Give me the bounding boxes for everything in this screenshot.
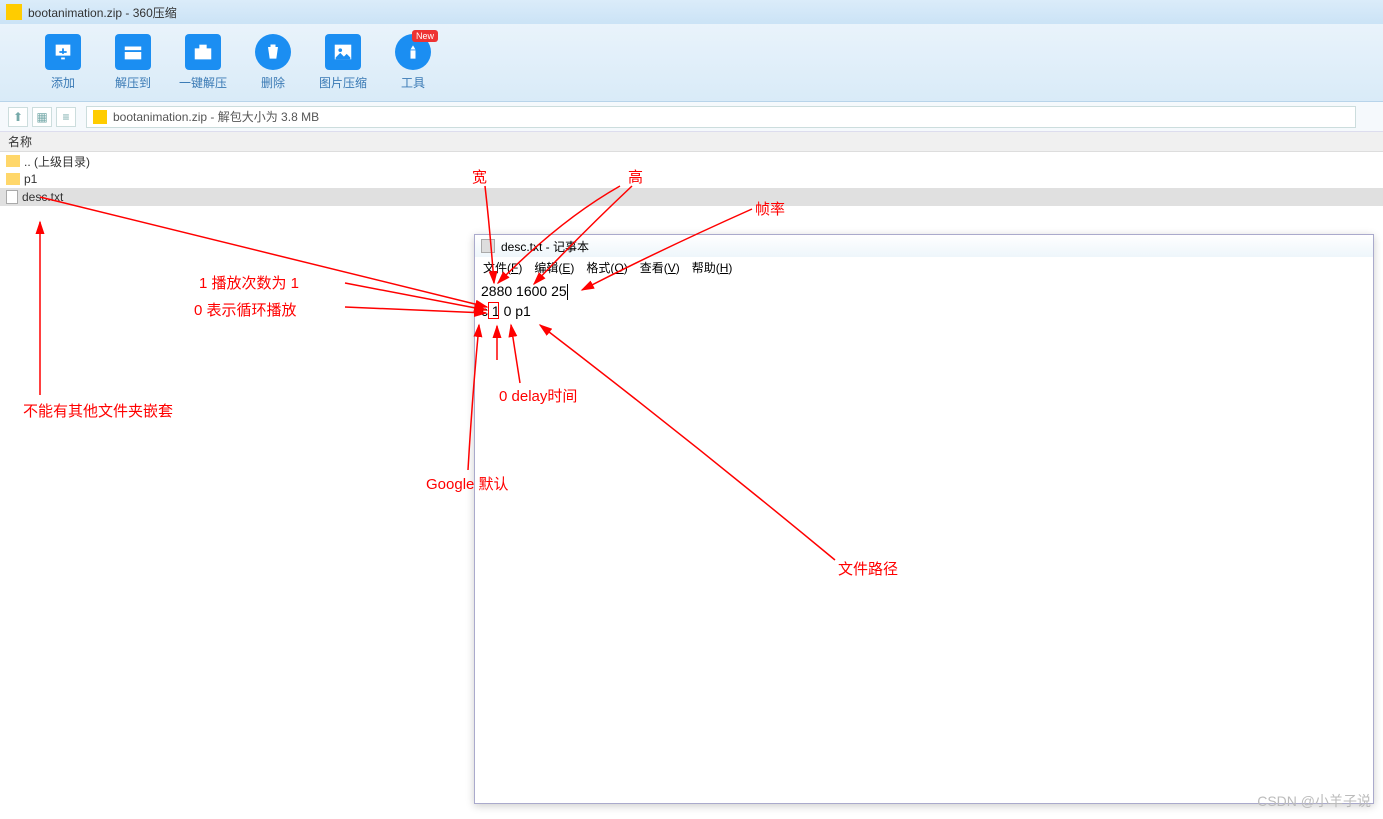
menu-format[interactable]: 格式(O)	[586, 259, 627, 276]
notepad-app-icon	[481, 239, 495, 253]
list-item-label: desc.txt	[22, 190, 63, 204]
menu-view[interactable]: 查看(V)	[640, 259, 680, 276]
window-title: bootanimation.zip - 360压缩	[28, 4, 177, 21]
new-badge: New	[412, 30, 438, 42]
add-label: 添加	[28, 74, 98, 91]
list-item-p1[interactable]: p1	[0, 170, 1383, 188]
menu-help[interactable]: 帮助(H)	[692, 259, 733, 276]
zip-app-icon	[6, 4, 22, 20]
main-toolbar: 添加 解压到 一键解压 删除 图片压缩 New 工具	[0, 24, 1383, 102]
list-item-desc[interactable]: desc.txt	[0, 188, 1383, 206]
notepad-menu: 文件(F) 编辑(E) 格式(O) 查看(V) 帮助(H)	[475, 257, 1373, 277]
extract-button[interactable]: 解压到	[98, 34, 168, 91]
address-text: bootanimation.zip - 解包大小为 3.8 MB	[113, 108, 319, 125]
extract-icon	[115, 34, 151, 70]
path-bar: ⬆ ▦ ≡ bootanimation.zip - 解包大小为 3.8 MB	[0, 102, 1383, 132]
folder-icon	[6, 173, 20, 185]
editor-line1: 2880 1600 25	[481, 283, 567, 299]
onekey-extract-button[interactable]: 一键解压	[168, 34, 238, 91]
menu-edit[interactable]: 编辑(E)	[534, 259, 574, 276]
notepad-editor[interactable]: 2880 1600 25 c 1 0 p1	[475, 277, 1373, 325]
extract-label: 解压到	[98, 74, 168, 91]
delete-button[interactable]: 删除	[238, 34, 308, 91]
add-button[interactable]: 添加	[28, 34, 98, 91]
zip-file-icon	[93, 110, 107, 124]
add-icon	[45, 34, 81, 70]
folder-icon	[6, 155, 20, 167]
anno-nested: 不能有其他文件夹嵌套	[23, 400, 173, 421]
file-list: .. (上级目录) p1 desc.txt	[0, 152, 1383, 206]
anno-play1: 1 播放次数为 1	[199, 272, 299, 293]
nav-up-icon[interactable]: ⬆	[8, 107, 28, 127]
onekey-icon	[185, 34, 221, 70]
notepad-title-text: desc.txt - 记事本	[501, 238, 589, 255]
anno-play0: 0 表示循环播放	[194, 299, 297, 320]
list-item-parent[interactable]: .. (上级目录)	[0, 152, 1383, 170]
onekey-label: 一键解压	[168, 74, 238, 91]
address-field[interactable]: bootanimation.zip - 解包大小为 3.8 MB	[86, 106, 1356, 128]
notepad-titlebar: desc.txt - 记事本	[475, 235, 1373, 257]
delete-icon	[255, 34, 291, 70]
image-compress-button[interactable]: 图片压缩	[308, 34, 378, 91]
column-name-label: 名称	[8, 133, 32, 150]
watermark: CSDN @小羊子说	[1257, 791, 1371, 811]
text-caret	[567, 284, 568, 300]
image-compress-label: 图片压缩	[308, 74, 378, 91]
tools-button[interactable]: New 工具	[378, 34, 448, 91]
tools-label: 工具	[378, 74, 448, 91]
list-item-label: .. (上级目录)	[24, 153, 90, 170]
menu-file[interactable]: 文件(F)	[483, 259, 522, 276]
notepad-window: desc.txt - 记事本 文件(F) 编辑(E) 格式(O) 查看(V) 帮…	[474, 234, 1374, 804]
column-header-name[interactable]: 名称	[0, 132, 1383, 152]
view-mode-icon[interactable]: ▦	[32, 107, 52, 127]
window-titlebar: bootanimation.zip - 360压缩	[0, 0, 1383, 24]
delete-label: 删除	[238, 74, 308, 91]
list-mode-icon[interactable]: ≡	[56, 107, 76, 127]
list-item-label: p1	[24, 172, 37, 186]
image-compress-icon	[325, 34, 361, 70]
txt-file-icon	[6, 190, 18, 204]
editor-line2: c 1 0 p1	[481, 303, 531, 319]
